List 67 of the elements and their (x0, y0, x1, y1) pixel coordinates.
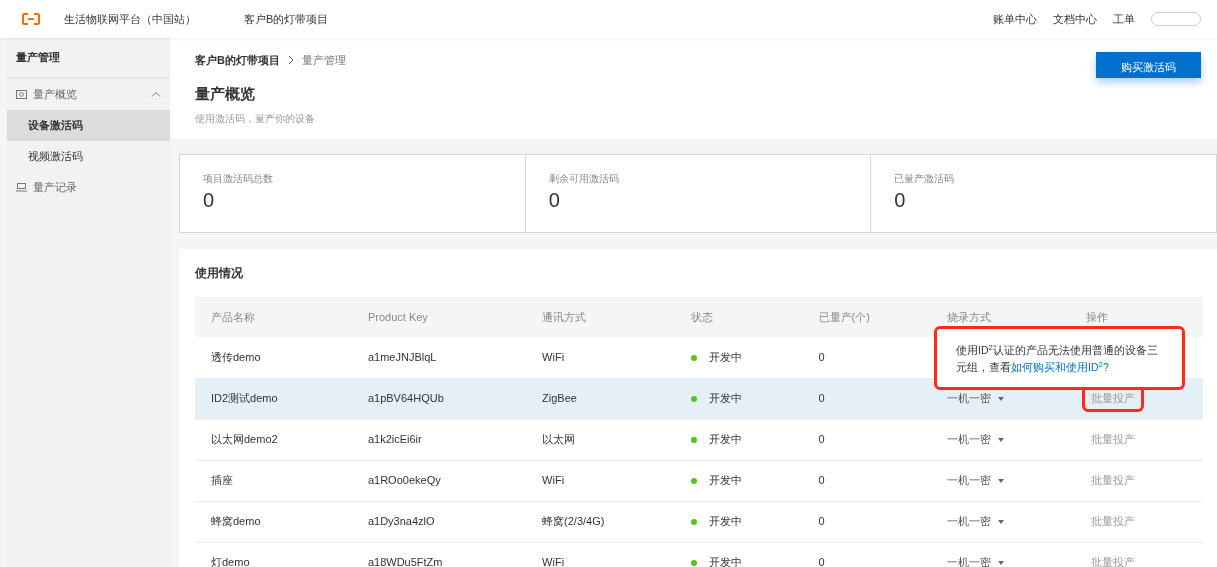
table-cell: ID2测试demo (211, 392, 278, 405)
table-cell: WiFi (542, 556, 565, 567)
table-cell: 0 (818, 433, 825, 446)
topbar-link[interactable]: 文档中心 (1053, 10, 1097, 28)
tooltip-text: 使用ID$^{2}$认证的产品无法使用普通的设备三元组，查看如何购买和使用ID$^{2}$? (956, 342, 1159, 375)
stat-label: 项目激活码总数 (203, 172, 274, 186)
table-cell: 以太网demo2 (211, 433, 278, 446)
status-text: 开发中 (709, 392, 742, 405)
stat-value: 0 (203, 188, 216, 212)
table-cell: 0 (818, 351, 825, 363)
stat-value: 0 (548, 188, 561, 212)
logo-icon[interactable] (22, 13, 40, 25)
page-title: 量产概览 (195, 83, 256, 104)
topbar-link[interactable]: 工单 (1113, 10, 1135, 28)
caret-down-icon (997, 479, 1004, 484)
table-cell: 蜂窝demo (211, 515, 261, 528)
caret-down-icon (997, 561, 1004, 566)
section-title: 使用情况 (195, 265, 244, 282)
column-header: 通讯方式 (526, 297, 675, 337)
platform-name[interactable]: 生活物联网平台（中国站） (64, 10, 196, 28)
status-text: 开发中 (709, 433, 742, 446)
column-header: Product Key (351, 297, 527, 337)
breadcrumb-link[interactable]: 客户B的灯带项目 (195, 52, 280, 69)
sidebar-item[interactable]: 量产记录 (7, 171, 170, 203)
caret-down-icon (997, 520, 1004, 525)
table-cell: a1k2icEi6ir (367, 433, 422, 446)
chevron-right-icon (287, 55, 294, 66)
sidebar-subitem[interactable]: 设备激活码 (7, 109, 170, 141)
status-text: 开发中 (709, 515, 742, 528)
column-header: 已量产(个) (802, 297, 931, 337)
column-header: 产品名称 (195, 297, 352, 337)
table-cell: a1ROo0ekeQy (367, 474, 441, 487)
table-cell: 蜂窝(2/3/4G) (542, 515, 605, 528)
table-cell: 0 (818, 474, 825, 487)
caret-down-icon (997, 397, 1004, 402)
table-cell: 0 (818, 392, 825, 405)
status-text: 开发中 (709, 474, 742, 487)
project-name[interactable]: 客户B的灯带项目 (244, 10, 329, 28)
table-cell: ZigBee (542, 392, 577, 405)
stat-label: 剩余可用激活码 (548, 172, 620, 186)
table-cell: 灯demo (211, 556, 250, 567)
caret-down-icon (997, 438, 1004, 443)
table-cell: a18WDu5FtZm (367, 556, 443, 567)
sidebar-item[interactable]: 量产概览 (7, 78, 170, 110)
table-cell: 透传demo (211, 351, 261, 363)
stat-value: 0 (894, 188, 907, 212)
column-header: 状态 (675, 297, 803, 337)
table-cell: a1meJNJBlqL (367, 351, 437, 363)
topbar-link[interactable]: 账单中心 (993, 10, 1037, 28)
table-cell: 以太网 (542, 433, 576, 446)
table-cell: WiFi (542, 474, 565, 487)
sidebar-subitem[interactable]: 视频激活码 (7, 140, 170, 172)
table-cell: WiFi (542, 351, 565, 363)
buy-activation-code-button[interactable]: 购买激活码 (1096, 52, 1201, 78)
status-text: 开发中 (709, 351, 742, 363)
table-cell: a1Dy3na4zlO (367, 515, 435, 528)
table-cell: 0 (818, 515, 825, 528)
stat-label: 已量产激活码 (894, 172, 956, 186)
breadcrumb-current: 量产管理 (301, 53, 346, 68)
chevron-up-icon (151, 91, 161, 97)
page-subtitle: 使用激活码，量产你的设备 (195, 112, 316, 126)
table-cell: 0 (818, 556, 825, 567)
table-cell: a1pBV64HQUb (367, 392, 444, 405)
help-link[interactable]: 如何购买和使用ID$^{2}$? (1011, 360, 1109, 373)
status-text: 开发中 (709, 556, 742, 567)
monitor-icon (16, 182, 27, 192)
table-cell: 插座 (211, 474, 233, 487)
